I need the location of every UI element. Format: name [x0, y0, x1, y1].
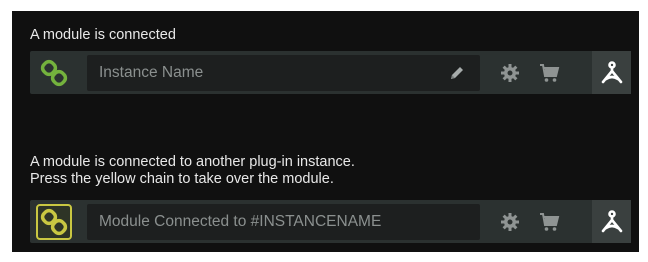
take-over-chain-button[interactable]	[36, 204, 72, 240]
module-bar-taken: Module Connected to #INSTANCENAME	[30, 200, 631, 243]
panel: A module is connected Instance Name A mo…	[12, 11, 639, 252]
brand-logo-icon	[601, 60, 622, 83]
connected-instance-text: Module Connected to #INSTANCENAME	[99, 213, 382, 230]
brand-logo-icon	[601, 209, 622, 232]
link-chain-icon	[40, 59, 68, 87]
module-bar-connected: Instance Name	[30, 51, 631, 94]
caption-taken: A module is connected to another plug-in…	[30, 154, 355, 188]
pencil-icon[interactable]	[448, 64, 466, 82]
gear-icon[interactable]	[500, 212, 520, 232]
shopping-cart-icon[interactable]	[538, 211, 560, 233]
chain-button[interactable]	[36, 55, 72, 91]
brand-logo-button[interactable]	[592, 200, 631, 243]
link-chain-icon	[40, 208, 68, 236]
caption-line: A module is connected to another plug-in…	[30, 154, 355, 170]
caption-connected: A module is connected	[30, 27, 176, 44]
caption-line: Press the yellow chain to take over the …	[30, 171, 334, 187]
shopping-cart-icon[interactable]	[538, 62, 560, 84]
brand-logo-button[interactable]	[592, 51, 631, 94]
caption-line: A module is connected	[30, 27, 176, 43]
gear-icon[interactable]	[500, 63, 520, 83]
instance-name-field[interactable]: Instance Name	[87, 55, 480, 91]
instance-name-text: Instance Name	[99, 64, 204, 81]
connected-instance-field: Module Connected to #INSTANCENAME	[87, 204, 480, 240]
